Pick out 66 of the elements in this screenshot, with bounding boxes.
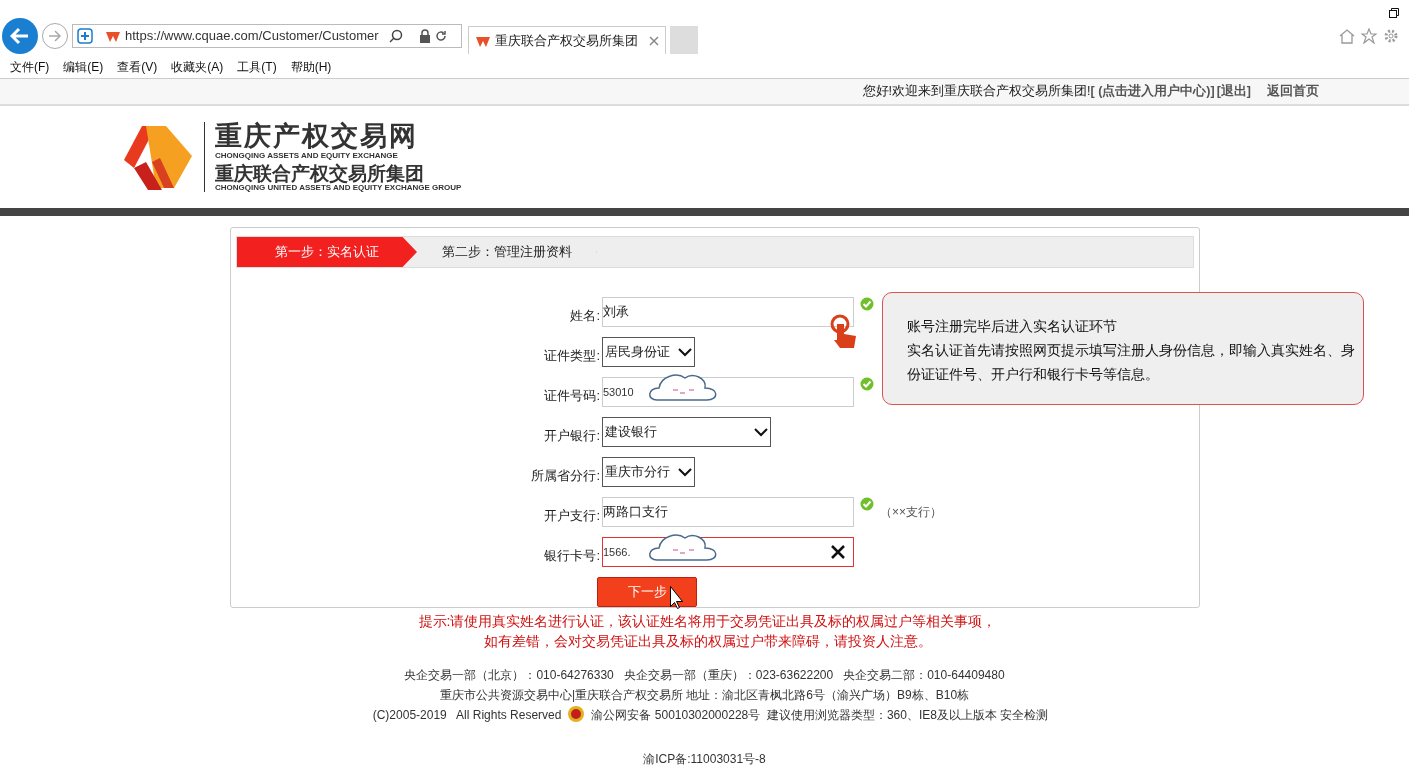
search-icon [389, 29, 403, 43]
input-field[interactable]: 53010 [602, 377, 854, 407]
field-value: 刘承 [603, 303, 629, 322]
select-field[interactable]: 居民身份证 [602, 337, 695, 367]
field-value: 两路口支行 [603, 503, 668, 522]
logo-title: 重庆产权交易网 [215, 122, 419, 150]
field-label: 开户银行: [543, 426, 601, 445]
field-value: 53010 [603, 384, 634, 400]
menu-item[interactable]: 收藏夹(A) [171, 58, 224, 76]
icp-text: 渝ICP备:11003031号-8 [643, 751, 766, 768]
star-icon[interactable] [1361, 28, 1377, 44]
field-label: 姓名: [569, 306, 601, 325]
copyright-text: (C)2005-2019 All Rights Reserved [372, 707, 562, 724]
record-text: 渝公网安备 50010302000228号 建议使用浏览器类型：360、IE8及以上版本 安全检测 [591, 707, 1049, 724]
next-button[interactable]: 下一步 [597, 577, 697, 607]
callout-text: 实名认证首先请按照网页提示填写注册人身份信息，即输入真实姓名、身份证证件号、开户行和银行卡号等信息。 [907, 341, 1356, 384]
home-link[interactable]: 返回首页 [1267, 82, 1319, 101]
arrow-right-icon [48, 30, 62, 42]
field-label: 证件号码: [543, 386, 601, 405]
notice-text: 如有差错，会对交易凭证出具及标的权属过户带来障碍，请投资人注意。 [483, 632, 932, 651]
logo-subtitle-en: CHONGQING ASSETS AND EQUITY EXCHANGE [215, 151, 399, 160]
field-hint: （××支行） [880, 504, 942, 521]
close-tab-icon[interactable] [649, 35, 659, 46]
refresh-icon[interactable] [435, 30, 447, 42]
chevron-down-icon [678, 467, 692, 477]
footer-address: 重庆市公共资源交易中心|重庆联合产权交易所 地址：渝北区青枫北路6号（渝兴广场）B9栋、B10栋 [439, 687, 970, 704]
chevron-down-icon [754, 427, 768, 437]
field-label: 银行卡号: [543, 546, 601, 565]
menu-item[interactable]: 工具(T) [237, 58, 277, 76]
field-label: 证件类型: [543, 346, 601, 365]
address-bar[interactable]: https://www.cquae.com/Customer/Customer [72, 24, 462, 48]
restore-icon[interactable] [1389, 8, 1399, 18]
back-button[interactable] [2, 18, 38, 54]
select-field[interactable]: 建设银行 [602, 417, 771, 447]
menu-item[interactable]: 编辑(E) [63, 58, 104, 76]
cursor-icon [668, 586, 683, 609]
home-icon[interactable] [1339, 28, 1355, 44]
field-label: 开户支行: [543, 506, 601, 525]
greeting-text: 您好!欢迎来到重庆联合产权交易所集团! [862, 83, 1091, 101]
callout-title: 账号注册完毕后进入实名认证环节 [907, 317, 1118, 336]
close-icon[interactable] [831, 545, 845, 559]
logo-subtitle: 重庆联合产权交易所集团 [215, 163, 424, 183]
shield-icon [77, 28, 93, 44]
input-field[interactable]: 刘承 [602, 297, 854, 327]
url-text: https://www.cquae.com/Customer/Customer [125, 27, 380, 46]
browser-tab[interactable]: 重庆联合产权交易所集团 [468, 26, 666, 54]
menu-item[interactable]: 查看(V) [117, 58, 158, 76]
pointer-hand-icon [828, 314, 858, 350]
logo-subtitle-en: CHONGQING UNITED ASSETS AND EQUITY EXCHANGE GROUP [215, 183, 462, 192]
input-field[interactable]: 两路口支行 [602, 497, 854, 527]
field-value: 1566. [603, 544, 631, 560]
chevron-down-icon [678, 347, 692, 357]
settings-icon[interactable] [1383, 28, 1399, 44]
lock-icon [419, 29, 431, 43]
notice-text: 提示:请使用真实姓名进行认证，该认证姓名将用于交易凭证出具及标的权属过户等相关事项， [418, 612, 997, 631]
input-field[interactable]: 1566. [602, 537, 854, 567]
menu-item[interactable]: 帮助(H) [290, 58, 332, 76]
arrow-left-icon [10, 27, 30, 45]
site-logo-icon [105, 29, 121, 43]
footer-contacts: 央企交易一部（北京）：010-64276330 央企交易一部（重庆）：023-63622200 央企交易二部：010-64409480 [404, 667, 1005, 684]
logout-link[interactable]: [退出] [1216, 82, 1251, 101]
field-label: 所属省分行: [530, 466, 601, 485]
select-field[interactable]: 重庆市分行 [602, 457, 695, 487]
menu-item[interactable]: 文件(F) [10, 58, 50, 76]
police-badge-icon [567, 705, 586, 725]
step-tab[interactable]: 第一步：实名认证 [237, 237, 417, 267]
